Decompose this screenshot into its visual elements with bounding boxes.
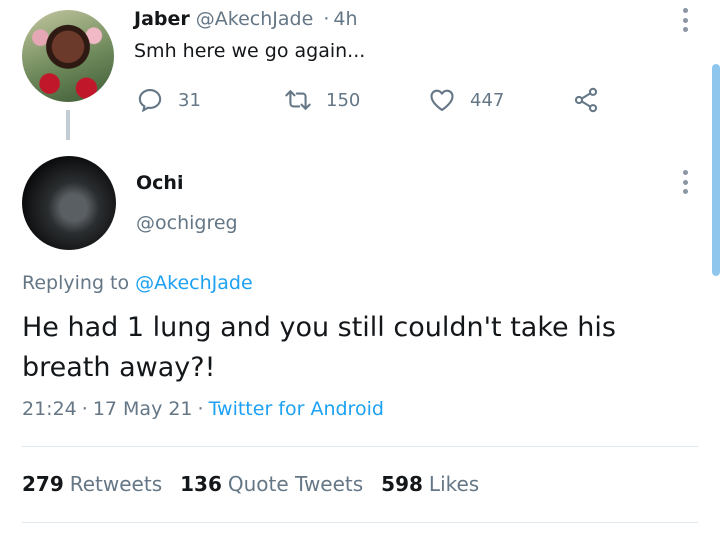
retweet-button[interactable]: 150 xyxy=(284,86,360,114)
focused-tweet-text: He had 1 lung and you still couldn't tak… xyxy=(22,312,616,383)
retweet-icon xyxy=(285,90,311,110)
reply-button[interactable]: 31 xyxy=(136,86,201,114)
quote-tweets-stat[interactable]: 136 Quote Tweets xyxy=(180,472,363,496)
replying-to-line: Replying to @AkechJade xyxy=(22,272,253,294)
replying-to-handle-link[interactable]: @AkechJade xyxy=(135,272,253,294)
heart-icon xyxy=(430,89,454,111)
tweet-metadata: 21:24 · 17 May 21 · Twitter for Android xyxy=(22,398,384,420)
scrollbar[interactable] xyxy=(712,64,720,276)
tweet-date: 17 May 21 xyxy=(92,398,193,420)
tweet-stats: 279 Retweets 136 Quote Tweets 598 Likes xyxy=(22,472,479,496)
quote-tweets-label: Quote Tweets xyxy=(227,472,364,496)
parent-tweet-text: Smh here we go again... xyxy=(134,40,366,62)
more-vertical-icon[interactable] xyxy=(682,170,688,194)
likes-label: Likes xyxy=(428,472,480,496)
retweets-label: Retweets xyxy=(69,472,163,496)
tweet-source-link[interactable]: Twitter for Android xyxy=(209,398,384,420)
divider xyxy=(22,522,698,523)
tweet-time: 21:24 xyxy=(22,398,77,420)
parent-time[interactable]: 4h xyxy=(333,8,357,30)
meta-separator: · xyxy=(197,398,204,420)
more-vertical-icon[interactable] xyxy=(682,8,688,32)
like-count: 447 xyxy=(470,89,505,111)
like-button[interactable]: 447 xyxy=(428,86,504,114)
quote-tweets-count: 136 xyxy=(180,472,222,496)
focused-tweet-avatar[interactable] xyxy=(22,156,116,250)
divider xyxy=(22,446,698,447)
replying-to-label: Replying to xyxy=(22,272,130,294)
reply-icon xyxy=(138,89,162,113)
likes-count: 598 xyxy=(381,472,423,496)
retweet-count: 150 xyxy=(326,89,361,111)
retweets-count: 279 xyxy=(22,472,64,496)
meta-separator: · xyxy=(81,398,88,420)
parent-display-name[interactable]: Jaber xyxy=(134,8,190,30)
parent-tweet-header: Jaber @AkechJade · 4h xyxy=(134,8,358,30)
focused-handle[interactable]: @ochigreg xyxy=(136,212,238,234)
parent-tweet-avatar[interactable] xyxy=(22,10,114,102)
thread-connector-line xyxy=(66,110,70,140)
reply-count: 31 xyxy=(178,89,201,111)
likes-stat[interactable]: 598 Likes xyxy=(381,472,479,496)
header-separator: · xyxy=(323,8,330,30)
parent-handle[interactable]: @AkechJade xyxy=(196,8,314,30)
retweets-stat[interactable]: 279 Retweets xyxy=(22,472,162,496)
share-icon xyxy=(574,87,598,113)
focused-display-name[interactable]: Ochi xyxy=(136,172,183,194)
share-button[interactable] xyxy=(572,86,600,114)
